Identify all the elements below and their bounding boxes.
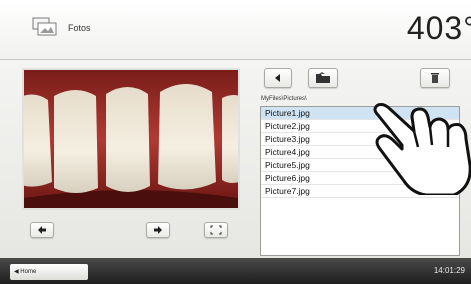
left-arrow-icon: [38, 226, 46, 234]
home-label: Home: [20, 269, 37, 275]
folder-path: MyFiles\Pictures\: [261, 96, 307, 102]
photos-app-icon: [32, 17, 57, 36]
fullscreen-button[interactable]: [204, 222, 228, 238]
delete-button[interactable]: [420, 68, 450, 88]
teeth-photo: [24, 70, 238, 208]
temperature-readout: 403°: [406, 10, 471, 46]
back-button[interactable]: [264, 68, 292, 88]
right-arrow-icon: [154, 226, 162, 234]
page-title: Fotos: [68, 23, 91, 33]
photo-preview: [22, 68, 240, 210]
clock: 14:01:29: [433, 266, 465, 275]
fullscreen-icon: [210, 225, 222, 235]
trash-icon: [431, 73, 439, 83]
previous-photo-button[interactable]: [30, 222, 54, 238]
home-button[interactable]: ◀ Home: [10, 264, 88, 280]
folder-button[interactable]: [308, 68, 338, 88]
home-arrow-icon: ◀: [14, 269, 19, 275]
back-arrow-icon: [275, 74, 280, 82]
folder-icon: [316, 72, 330, 83]
next-photo-button[interactable]: [146, 222, 170, 238]
footer-bar: ◀ Home 14:01:29: [0, 258, 471, 284]
pointing-hand-icon: [373, 103, 471, 195]
header-bar: Fotos 403°: [0, 0, 471, 60]
